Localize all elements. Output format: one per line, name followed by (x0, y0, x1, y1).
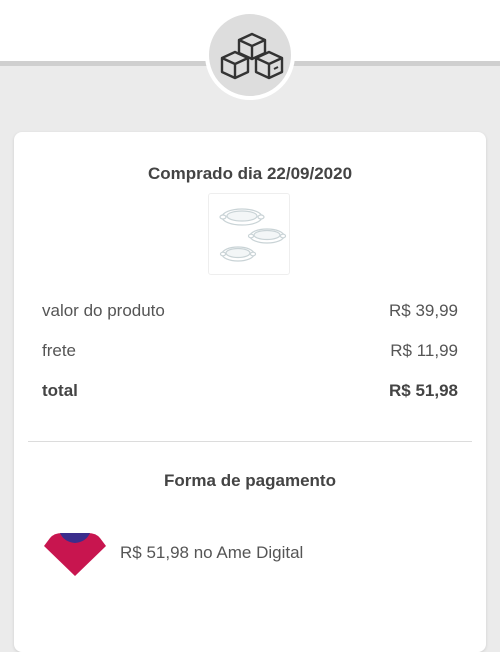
price-label: valor do produto (42, 301, 165, 320)
section-divider (28, 441, 472, 442)
bakeware-dishes-image (219, 208, 287, 262)
ame-digital-logo-icon (44, 533, 106, 576)
price-row-product: valor do produto R$ 39,99 (42, 301, 458, 325)
price-label: frete (42, 341, 77, 360)
price-value: R$ 51,98 (389, 381, 458, 400)
product-thumbnail[interactable] (208, 193, 290, 275)
order-summary-card: Comprado dia 22/09/2020 valor do produto… (14, 132, 486, 652)
price-value: R$ 11,99 (390, 341, 458, 360)
payment-description: R$ 51,98 no Ame Digital (120, 543, 304, 562)
price-row-shipping: frete R$ 11,99 (42, 341, 458, 365)
price-row-total: total R$ 51,98 (42, 381, 458, 405)
order-status-badge (205, 10, 295, 100)
purchase-date-heading: Comprado dia 22/09/2020 (147, 164, 353, 183)
price-label: total (42, 381, 78, 400)
payment-method-heading: Forma de pagamento (164, 471, 336, 490)
price-value: R$ 39,99 (389, 301, 458, 320)
boxes-icon (220, 32, 284, 80)
